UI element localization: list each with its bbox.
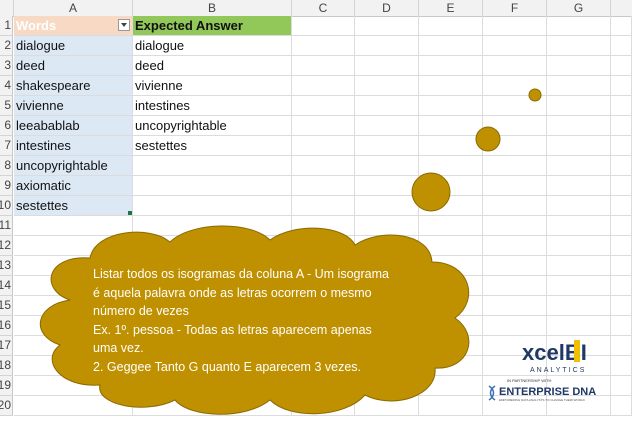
enterprise-dna-logo: IN PARTNERSHIP WITH ENTERPRISE DNA EMPOW… <box>488 378 596 402</box>
thought-bubble-small <box>528 88 542 102</box>
xcelbi-figure-icon <box>574 340 580 362</box>
note-line-6: 2. Geggee Tanto G quanto E aparecem 3 ve… <box>93 359 361 374</box>
thought-bubble-medium <box>475 126 501 152</box>
note-line-5: uma vez. <box>93 341 144 355</box>
note-line-4: Ex. 1º. pessoa - Todas as letras aparece… <box>93 322 372 337</box>
enterprise-dna-tagline: EMPOWERING DATA ANALYSTS TO CHANGE THEIR… <box>499 398 586 402</box>
partner-text: IN PARTNERSHIP WITH <box>507 378 552 383</box>
xcelbi-logo: xcelBI ANALYTICS <box>522 340 587 374</box>
cloud-note-text: Listar todos os isogramas da coluna A - … <box>93 265 423 376</box>
dna-helix-icon <box>488 385 496 401</box>
note-line-2: é aquela palavra onde as letras ocorrem … <box>93 285 372 300</box>
xcelbi-logo-sub: ANALYTICS <box>530 367 586 374</box>
note-line-3: número de vezes <box>93 304 189 318</box>
note-line-1: Listar todos os isogramas da coluna A - … <box>93 267 389 281</box>
thought-bubble-large <box>411 172 451 212</box>
enterprise-dna-text: ENTERPRISE DNA <box>499 386 596 398</box>
